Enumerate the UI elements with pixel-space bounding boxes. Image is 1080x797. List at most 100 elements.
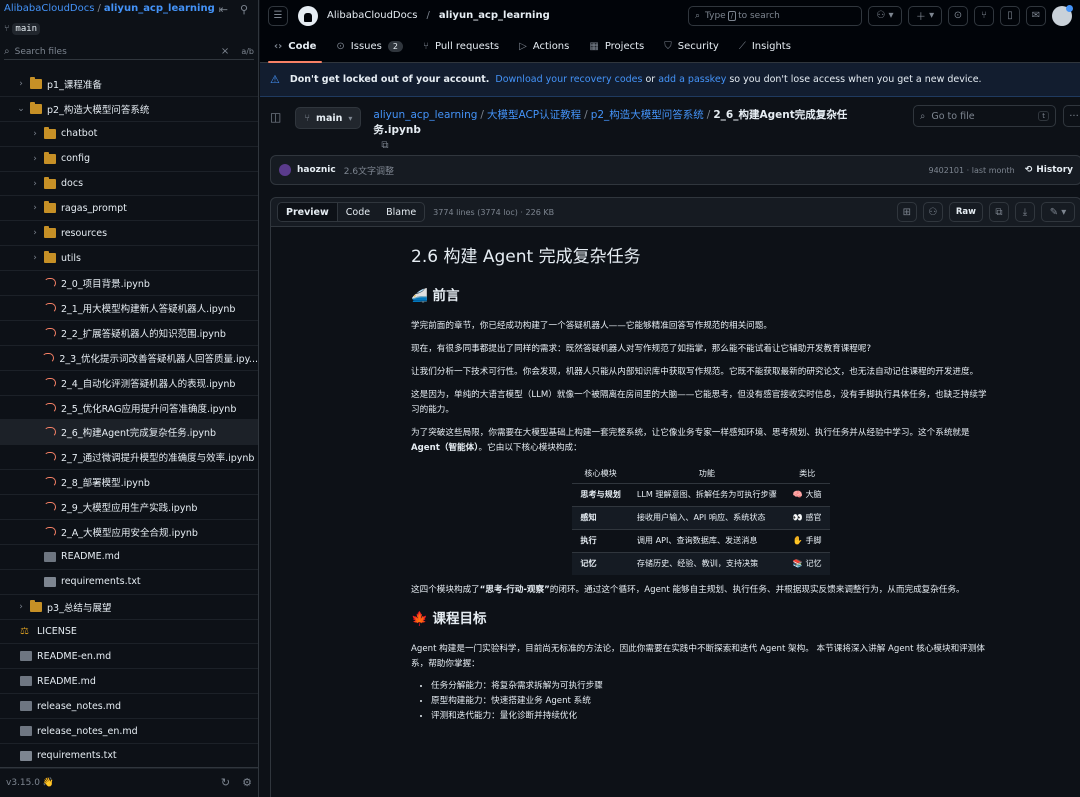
plus-icon: ＋ (915, 12, 926, 23)
avatar[interactable] (1052, 4, 1073, 26)
tree-file[interactable]: 2_6_构建Agent完成复杂任务.ipynb (0, 420, 258, 446)
tree-file[interactable]: README.md (0, 669, 258, 695)
tab-code[interactable]: ‹› Code (267, 31, 323, 63)
tree-file[interactable]: README.md (0, 545, 258, 570)
raw-button[interactable]: Raw (948, 202, 983, 222)
tab-projects[interactable]: ▦ Projects (589, 31, 644, 63)
repositories-button[interactable]: ▯ (1000, 5, 1020, 26)
tree-file[interactable]: ⚖ LICENSE (0, 620, 258, 645)
chevron-right-icon[interactable]: › (16, 79, 26, 89)
breadcrumb-folder[interactable]: 大模型ACP认证教程 (487, 109, 581, 121)
copilot-file-button[interactable]: ⚇ (922, 202, 943, 222)
tree-file[interactable]: 2_A_大模型应用安全合规.ipynb (0, 520, 258, 545)
download-button[interactable]: ⤓ (1015, 202, 1035, 222)
tree-folder[interactable]: › config (0, 147, 258, 172)
paragraph: 让我们分析一下技术可行性。你会发现，机器人只能从内部知识库中获取写作规范。它既不… (411, 367, 979, 377)
edit-button[interactable]: ✎ ▾ (1041, 202, 1075, 222)
commit-author[interactable]: haoznic (297, 165, 336, 175)
chevron-right-icon[interactable]: › (30, 154, 40, 164)
section-goal-heading: 🍁 课程目标 (411, 611, 487, 627)
tree-folder[interactable]: › resources (0, 221, 258, 247)
refresh-icon[interactable]: ↻ (221, 776, 230, 789)
tree-file[interactable]: 2_2_扩展答疑机器人的知识范围.ipynb (0, 321, 258, 346)
tab-pull-requests[interactable]: ⑂ Pull requests (423, 31, 499, 63)
tree-file[interactable]: requirements.txt (0, 744, 258, 769)
preview-tab[interactable]: Preview (278, 203, 338, 221)
add-passkey-link[interactable]: add a passkey (658, 74, 726, 85)
breadcrumb-subfolder[interactable]: p2_构造大模型问答系统 (591, 109, 704, 121)
create-new-button[interactable]: ＋ ▾ (908, 5, 942, 26)
tree-file[interactable]: 2_1_用大模型构建新人答疑机器人.ipynb (0, 296, 258, 321)
tree-file[interactable]: 2_3_优化提示词改善答疑机器人回答质量.ipy... (0, 346, 258, 371)
tree-file[interactable]: 2_5_优化RAG应用提升问答准确度.ipynb (0, 396, 258, 421)
header-repo-link[interactable]: aliyun_acp_learning (439, 10, 550, 21)
tree-folder[interactable]: › ragas_prompt (0, 196, 258, 222)
pin-icon[interactable]: ⚲ (240, 3, 248, 16)
pull-requests-button[interactable]: ⑂ (974, 5, 994, 26)
issues-button[interactable]: ⊙ (948, 5, 968, 26)
chevron-right-icon[interactable]: › (16, 602, 26, 612)
sidebar-branch[interactable]: ⑂ main (4, 23, 250, 35)
tree-file[interactable]: 2_0_项目背景.ipynb (0, 271, 258, 297)
toggle-sidebar-icon[interactable]: ◫ (270, 110, 281, 124)
sidebar-search-field[interactable]: ⌕ Search files × a/b (4, 44, 254, 60)
recovery-codes-link[interactable]: Download your recovery codes (495, 74, 642, 85)
notifications-button[interactable]: ✉ (1026, 5, 1046, 26)
tree-file[interactable]: release_notes_en.md (0, 719, 258, 745)
tab-insights[interactable]: ⟋ Insights (739, 31, 791, 63)
commit-message[interactable]: 2.6文字调整 (344, 164, 394, 177)
copy-path-icon[interactable]: ⧉ (381, 138, 893, 153)
sidebar-repo-link[interactable]: aliyun_acp_learning (104, 3, 215, 14)
shield-icon: ⛉ (664, 41, 672, 52)
copy-raw-button[interactable]: ⧉ (989, 202, 1009, 222)
tree-item-label: 2_5_优化RAG应用提升问答准确度.ipynb (61, 403, 237, 415)
tree-file[interactable]: 2_8_部署模型.ipynb (0, 470, 258, 496)
tree-folder[interactable]: › docs (0, 172, 258, 197)
tree-file[interactable]: release_notes.md (0, 694, 258, 720)
breadcrumb-repo[interactable]: aliyun_acp_learning (373, 109, 477, 121)
copilot-button[interactable]: ⚇ ▾ (868, 5, 902, 26)
code-tab[interactable]: Code (338, 203, 378, 221)
global-search-input[interactable]: ⌕ Type / to search (688, 5, 862, 26)
tree-file[interactable]: 2_7_通过微调提升模型的准确度与效率.ipynb (0, 445, 258, 471)
tree-folder[interactable]: ⌄ p2_构造大模型问答系统 (0, 97, 258, 122)
table-header-cell: 核心模块 (584, 467, 617, 478)
tree-item-label: config (61, 153, 91, 165)
tree-item-label: 2_3_优化提示词改善答疑机器人回答质量.ipy... (59, 353, 258, 365)
collapse-sidebar-icon[interactable]: ⇤ (219, 3, 228, 16)
chevron-right-icon[interactable]: › (30, 253, 40, 263)
menu-button[interactable]: ☰ (268, 5, 288, 26)
chevron-right-icon[interactable]: › (30, 129, 40, 139)
go-to-file-input[interactable]: ⌕ Go to file t (913, 105, 1056, 127)
tab-security[interactable]: ⛉ Security (664, 31, 719, 63)
more-options-button[interactable]: ··· (1063, 105, 1080, 127)
tab-issues[interactable]: ⊙ Issues 2 (336, 31, 403, 63)
sidebar-owner-link[interactable]: AlibabaCloudDocs (4, 3, 94, 14)
tree-folder[interactable]: › p3_总结与展望 (0, 595, 258, 620)
chevron-right-icon[interactable]: › (30, 228, 40, 238)
gear-icon[interactable]: ⚙ (242, 776, 252, 789)
goal-list: 任务分解能力：将复杂需求拆解为可执行步骤原型构建能力：快速搭建业务 Agent … (411, 679, 991, 724)
chevron-right-icon[interactable]: › (30, 203, 40, 213)
tree-folder[interactable]: › p1_课程准备 (0, 72, 258, 97)
github-logo-icon[interactable] (298, 5, 318, 26)
tree-file[interactable]: requirements.txt (0, 570, 258, 595)
tree-folder[interactable]: › chatbot (0, 122, 258, 147)
tree-file[interactable]: 2_9_大模型应用生产实践.ipynb (0, 495, 258, 521)
security-banner: ⚠ Don't get locked out of your account. … (260, 63, 1080, 97)
tree-file[interactable]: 2_4_自动化评测答疑机器人的表现.ipynb (0, 371, 258, 396)
history-button[interactable]: ⟲ History (1025, 165, 1073, 175)
search-files-input[interactable]: Search files (15, 47, 221, 57)
header-owner-link[interactable]: AlibabaCloudDocs (327, 10, 417, 21)
tree-folder[interactable]: › utils (0, 246, 258, 272)
tab-actions[interactable]: ▷ Actions (519, 31, 569, 63)
clear-icon[interactable]: × (221, 46, 229, 57)
blame-tab[interactable]: Blame (378, 203, 424, 221)
commit-meta: 9402101 · last month (928, 165, 1015, 175)
chevron-right-icon[interactable]: › (30, 179, 40, 189)
commit-author-avatar[interactable] (279, 164, 291, 176)
branch-selector[interactable]: ⑂ main ▾ (295, 107, 362, 129)
open-in-codespace-button[interactable]: ⊞ (896, 202, 917, 222)
chevron-down-icon[interactable]: ⌄ (16, 104, 26, 114)
tree-file[interactable]: README-en.md (0, 644, 258, 670)
